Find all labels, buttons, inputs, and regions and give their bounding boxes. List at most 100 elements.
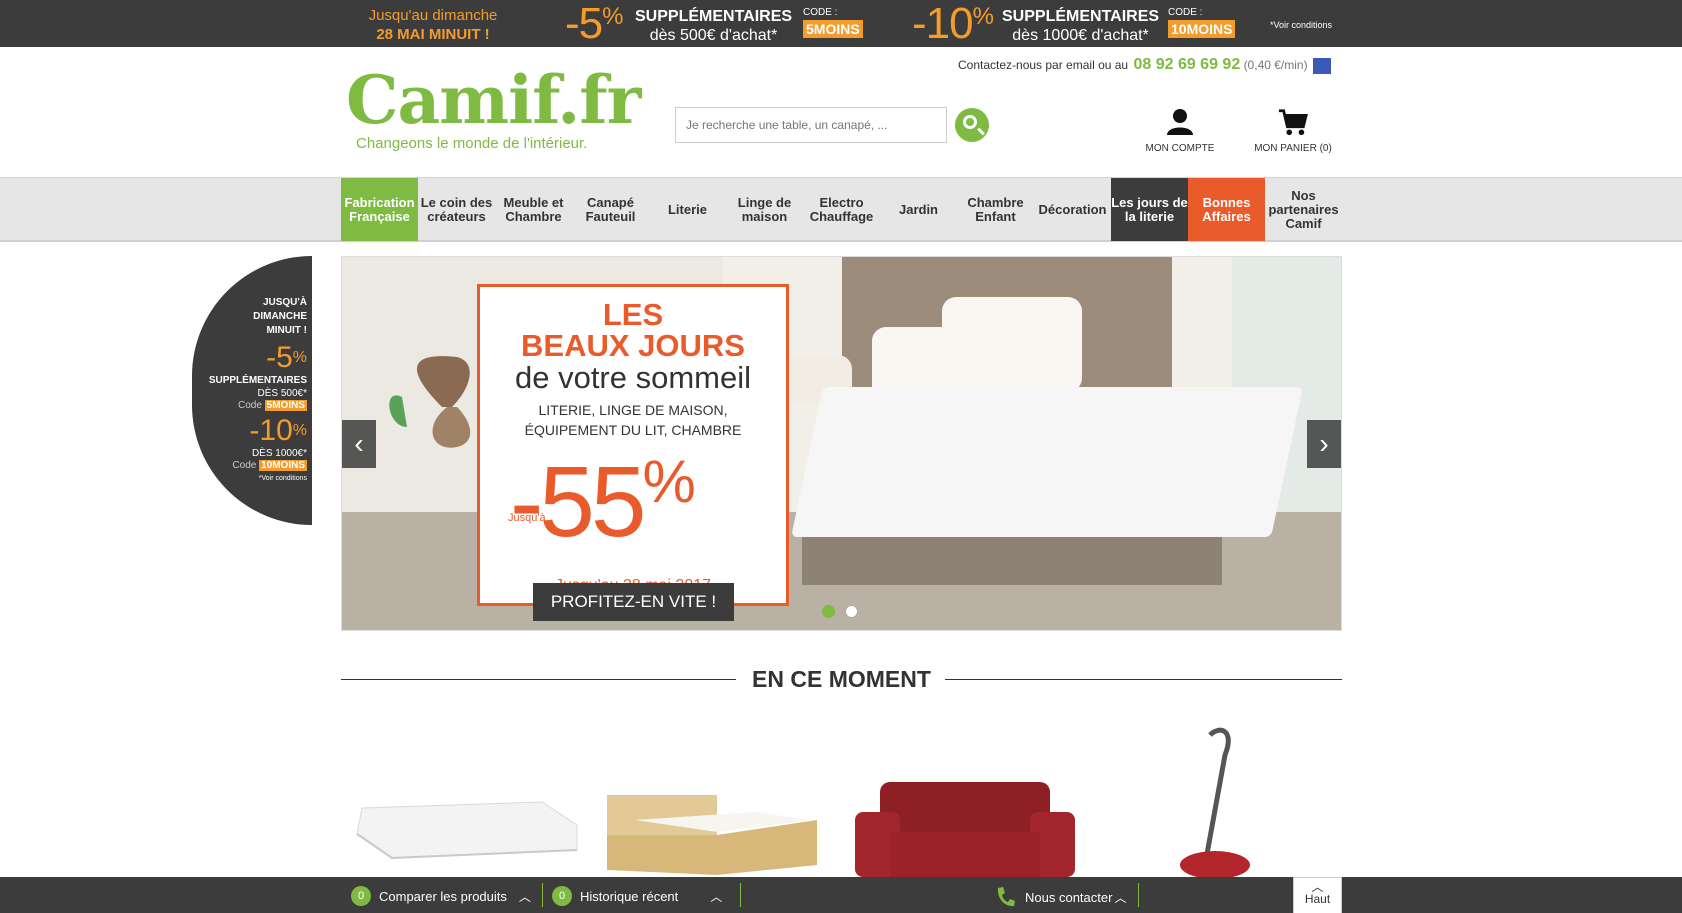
side-promo-supp: SUPPLÉMENTAIRES — [208, 375, 307, 386]
nav-item-linge-maison[interactable]: Linge de maison — [726, 178, 803, 241]
main-nav: Fabrication Française Le coin des créate… — [0, 177, 1682, 242]
product-mattress[interactable] — [352, 800, 582, 860]
search-button[interactable] — [955, 108, 989, 142]
nav-item-bonnes-affaires[interactable]: Bonnes Affaires — [1188, 178, 1265, 241]
chevron-up-icon: ︿ — [710, 889, 723, 904]
promo-offer-5-code: CODE : 5MOINS — [803, 7, 863, 38]
side-promo-code1: Code 5MOINS — [237, 400, 307, 411]
vacuum-image — [1180, 727, 1250, 879]
promo-offer-5: -5% SUPPLÉMENTAIRES dès 500€ d'achat* CO… — [565, 0, 875, 48]
chevron-up-icon: ︿ — [1311, 880, 1324, 894]
nav-item-canape-fauteuil[interactable]: Canapé Fauteuil — [572, 178, 649, 241]
nav-item-meuble-chambre[interactable]: Meuble et Chambre — [495, 178, 572, 241]
slide-cta-button[interactable]: PROFITEZ-EN VITE ! — [533, 583, 734, 621]
promo-offer-5-percent: -5% — [565, 0, 623, 48]
side-promo-code2: Code 10MOINS — [232, 460, 307, 471]
red-sofa-image — [855, 782, 1075, 877]
promo-panel: LES BEAUX JOURS de votre sommeil LITERIE… — [477, 284, 789, 606]
site-header: Camif.fr Changeons le monde de l'intérie… — [0, 47, 1682, 177]
history-label: Historique récent — [580, 888, 679, 904]
promo-code-badge: 10MOINS — [1168, 20, 1236, 38]
contact-us-toggle[interactable]: Nous contacter ︿ — [995, 886, 1126, 908]
recent-history-toggle[interactable]: 0 Historique récent ︿ — [552, 886, 722, 906]
slide-discount: -55% — [510, 446, 696, 558]
user-icon — [1167, 109, 1193, 135]
compare-label: Comparer les produits — [379, 888, 507, 904]
promo-offer-5-label: SUPPLÉMENTAIRES dès 500€ d'achat* — [635, 8, 793, 44]
site-logo[interactable]: Camif.fr Changeons le monde de l'intérie… — [346, 61, 641, 157]
search-input[interactable] — [675, 107, 947, 143]
toolbar-separator — [1138, 883, 1139, 907]
logo-text: Camif.fr — [346, 61, 641, 139]
slider-prev-icon[interactable]: ‹ — [342, 420, 376, 468]
wooden-bed-image — [607, 795, 817, 875]
promo-offer-10-percent: -10% — [912, 0, 994, 48]
compare-products-toggle[interactable]: 0 Comparer les produits ︿ — [351, 886, 531, 906]
slide-subtitle-line1: LITERIE, LINGE DE MAISON, — [538, 402, 728, 418]
history-count-badge: 0 — [552, 886, 572, 906]
side-promo-line1: JUSQU'À — [262, 297, 307, 308]
side-promo-badge[interactable]: JUSQU'À DIMANCHE MINUIT ! -5% SUPPLÉMENT… — [192, 256, 312, 525]
nav-item-electro-chauffage[interactable]: Electro Chauffage — [803, 178, 880, 241]
promo-deadline-line1: Jusqu'au dimanche — [368, 7, 498, 24]
account-label: MON COMPTE — [1145, 143, 1215, 154]
hero-slider[interactable]: LES BEAUX JOURS de votre sommeil LITERIE… — [341, 256, 1342, 631]
cart-link[interactable]: MON PANIER (0) — [1248, 107, 1338, 154]
side-promo-from1: DÈS 500€* — [257, 388, 307, 399]
promo-offer-10-code: CODE : 10MOINS — [1168, 7, 1236, 38]
side-promo-from2: DÈS 1000€* — [251, 448, 307, 459]
premium-service-icon — [1312, 57, 1331, 74]
promo-banner[interactable]: Jusqu'au dimanche 28 MAI MINUIT ! -5% SU… — [0, 0, 1682, 47]
promo-offer-10-label: SUPPLÉMENTAIRES dès 1000€ d'achat* — [1002, 8, 1160, 44]
slide-mattress — [791, 387, 1303, 537]
nav-item-literie[interactable]: Literie — [649, 178, 726, 241]
back-to-top-label: Haut — [1304, 892, 1331, 906]
cart-icon — [1278, 109, 1308, 136]
contact-phone[interactable]: 08 92 69 69 92 — [1133, 56, 1240, 73]
nav-item-jardin[interactable]: Jardin — [880, 178, 957, 241]
side-promo-pct2: -10% — [249, 414, 307, 447]
promo-conditions-link[interactable]: *Voir conditions — [1270, 20, 1332, 30]
chevron-up-icon: ︿ — [1114, 890, 1127, 905]
promo-deadline-line2: 28 MAI MINUIT ! — [376, 26, 490, 43]
nav-item-fabrication-francaise[interactable]: Fabrication Française — [341, 178, 418, 241]
phone-icon — [997, 887, 1015, 907]
nav-item-coin-createurs[interactable]: Le coin des créateurs — [418, 178, 495, 241]
contact-info: Contactez-nous par email ou au 08 92 69 … — [958, 56, 1331, 74]
toolbar-separator — [542, 883, 543, 907]
side-promo-conditions: *Voir conditions — [258, 475, 307, 482]
nav-item-jours-literie[interactable]: Les jours de la literie — [1111, 178, 1188, 241]
slider-next-icon[interactable]: › — [1307, 420, 1341, 468]
slide-title-line2: BEAUX JOURS — [521, 328, 745, 363]
product-wooden-bed[interactable] — [605, 790, 820, 875]
compare-count-badge: 0 — [351, 886, 371, 906]
slider-dot-1[interactable] — [822, 605, 835, 618]
promo-offer-10: -10% SUPPLÉMENTAIRES dès 1000€ d'achat* … — [912, 0, 1257, 48]
product-red-sofa[interactable] — [855, 782, 1075, 877]
contact-text: Contactez-nous par email ou au — [958, 58, 1129, 72]
promo-deadline: Jusqu'au dimanche 28 MAI MINUIT ! — [363, 6, 503, 44]
contact-label: Nous contacter — [1025, 889, 1113, 905]
slide-subtitle-line2: ÉQUIPEMENT DU LIT, CHAMBRE — [524, 422, 742, 438]
cart-label: MON PANIER (0) — [1254, 143, 1332, 154]
slider-pagination — [822, 605, 868, 623]
account-link[interactable]: MON COMPTE — [1140, 107, 1220, 154]
nav-item-decoration[interactable]: Décoration — [1034, 178, 1111, 241]
section-en-ce-moment: EN CE MOMENT — [341, 664, 1342, 694]
nav-item-chambre-enfant[interactable]: Chambre Enfant — [957, 178, 1034, 241]
contact-rate: (0,40 €/min) — [1243, 58, 1308, 72]
bottom-toolbar: 0 Comparer les produits ︿ 0 Historique r… — [0, 877, 1682, 913]
slide-title-line3: de votre sommeil — [514, 360, 752, 395]
section-divider-right — [945, 679, 1342, 680]
promo-code-badge: 5MOINS — [803, 20, 863, 38]
nav-item-partenaires[interactable]: Nos partenaires Camif — [1265, 178, 1342, 241]
logo-tagline: Changeons le monde de l'intérieur. — [356, 135, 588, 152]
back-to-top-button[interactable]: ︿ Haut — [1293, 877, 1342, 913]
product-vacuum[interactable] — [1165, 725, 1260, 879]
chevron-up-icon: ︿ — [518, 889, 531, 904]
slider-dot-2[interactable] — [845, 605, 858, 618]
side-promo-line3: MINUIT ! — [266, 325, 307, 336]
slide-pillow — [942, 297, 1082, 392]
mattress-image — [356, 801, 578, 860]
side-promo-pct1: -5% — [266, 341, 307, 374]
